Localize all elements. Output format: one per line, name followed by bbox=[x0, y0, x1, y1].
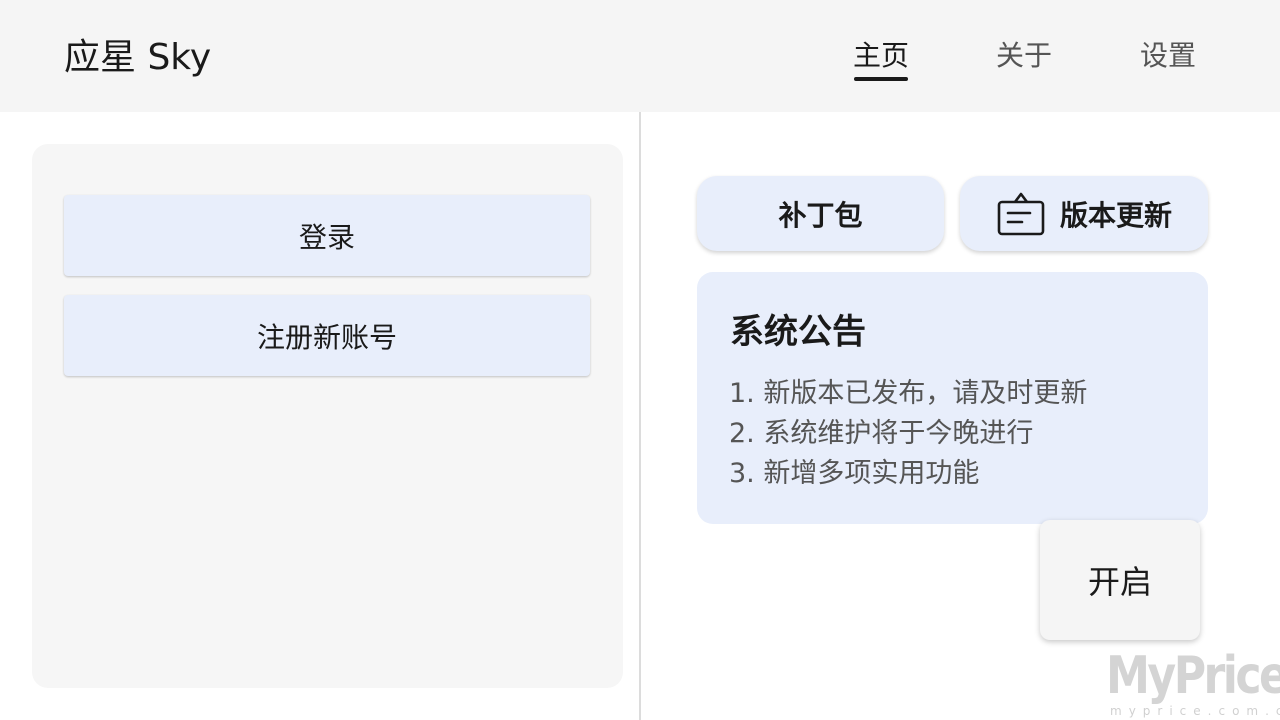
register-button[interactable]: 注册新账号 bbox=[64, 295, 590, 376]
login-button[interactable]: 登录 bbox=[64, 195, 590, 276]
watermark-url: myprice.com.cn bbox=[1110, 704, 1280, 718]
app-window: 应星 Sky 主页 关于 设置 登录 注册新账号 补丁包 版本更新 系统公告 1… bbox=[0, 0, 1280, 720]
update-button[interactable]: 版本更新 bbox=[960, 176, 1208, 251]
watermark-logo: MyPrice bbox=[1106, 646, 1280, 706]
app-title: 应星 Sky bbox=[64, 37, 212, 78]
top-app-bar: 应星 Sky 主页 关于 设置 bbox=[0, 0, 1280, 112]
start-button-label: 开启 bbox=[1087, 563, 1152, 601]
announcement-title: 系统公告 bbox=[730, 312, 866, 352]
list-item: 2. 系统维护将于今晚进行 bbox=[729, 418, 1034, 449]
patch-button[interactable]: 补丁包 bbox=[697, 176, 944, 251]
patch-button-label: 补丁包 bbox=[778, 198, 863, 232]
list-item: 3. 新增多项实用功能 bbox=[729, 458, 980, 489]
notice-board-icon bbox=[996, 191, 1046, 237]
register-button-label: 注册新账号 bbox=[256, 320, 397, 354]
tab-home[interactable]: 主页 bbox=[853, 36, 909, 81]
start-button[interactable]: 开启 bbox=[1040, 520, 1200, 640]
update-button-label: 版本更新 bbox=[1059, 198, 1172, 232]
list-item: 1. 新版本已发布，请及时更新 bbox=[729, 378, 1088, 409]
tab-settings[interactable]: 设置 bbox=[1140, 36, 1196, 76]
announcement-list: 1. 新版本已发布，请及时更新 2. 系统维护将于今晚进行 3. 新增多项实用功… bbox=[729, 374, 1087, 494]
tab-about[interactable]: 关于 bbox=[996, 36, 1052, 76]
announcement-card: 系统公告 1. 新版本已发布，请及时更新 2. 系统维护将于今晚进行 3. 新增… bbox=[697, 272, 1208, 524]
login-button-label: 登录 bbox=[298, 220, 355, 254]
watermark: MyPrice myprice.com.cn bbox=[1104, 646, 1280, 720]
account-panel: 登录 注册新账号 bbox=[32, 144, 623, 688]
vertical-divider bbox=[639, 112, 641, 720]
